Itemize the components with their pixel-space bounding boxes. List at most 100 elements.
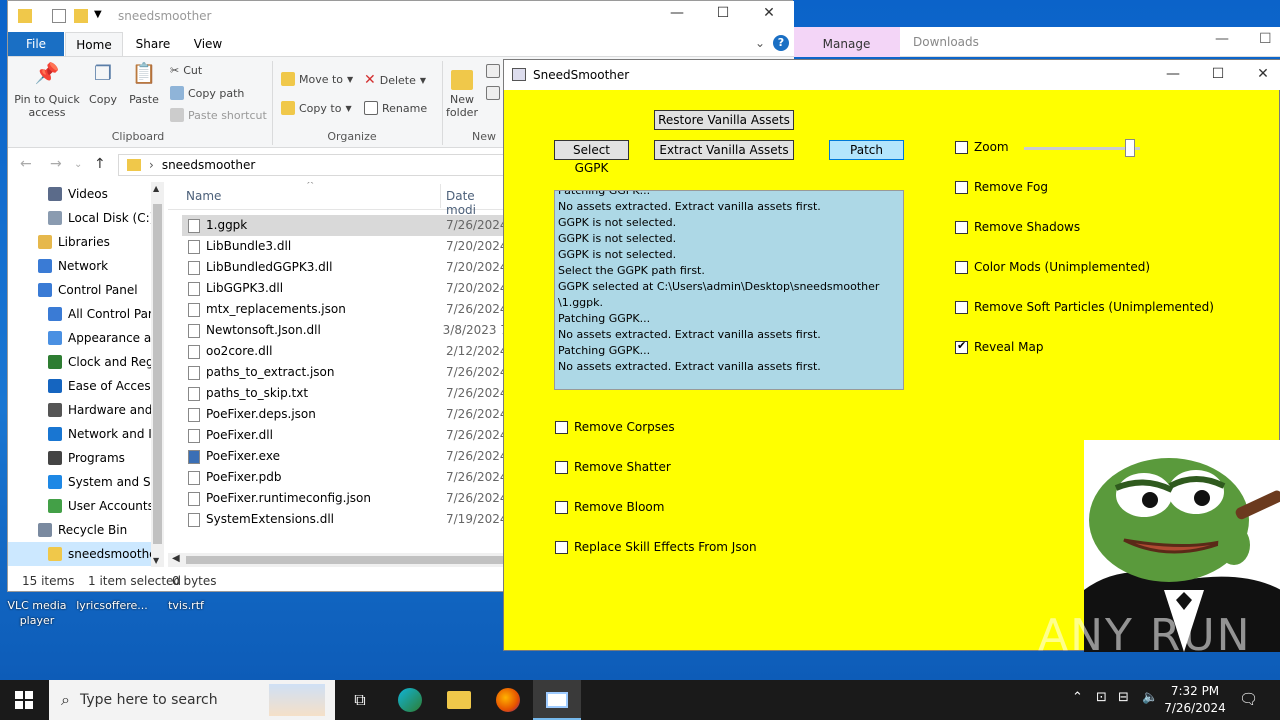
- table-row[interactable]: 1.ggpk 7/26/2024: [182, 215, 508, 236]
- file-explorer-taskbar-icon[interactable]: [435, 680, 483, 720]
- nav-item[interactable]: System and Sec: [8, 470, 163, 494]
- checkbox-icon[interactable]: [555, 420, 568, 434]
- nav-item[interactable]: Appearance an: [8, 326, 163, 350]
- minimize-icon[interactable]: —: [1215, 31, 1229, 47]
- maximize-icon[interactable]: ☐: [700, 5, 746, 21]
- desktop-icon-vlc[interactable]: VLC media player: [4, 598, 70, 628]
- scrollbar-thumb[interactable]: [153, 204, 162, 544]
- checkbox-icon[interactable]: [955, 140, 968, 154]
- checkbox-icon[interactable]: [955, 300, 968, 314]
- sneedsmoother-taskbar-icon[interactable]: [533, 680, 581, 720]
- option-checkbox[interactable]: Remove Bloom: [555, 500, 664, 514]
- table-row[interactable]: Newtonsoft.Json.dll 3/8/2023 7: [182, 320, 508, 341]
- copy-path-button[interactable]: Copy path: [170, 86, 244, 100]
- option-checkbox[interactable]: Remove Shadows: [955, 220, 1080, 234]
- tab-view[interactable]: View: [184, 32, 232, 56]
- back-icon[interactable]: ←: [20, 156, 32, 172]
- tab-home[interactable]: Home: [65, 32, 123, 56]
- nav-item[interactable]: Hardware and: [8, 398, 163, 422]
- firefox-icon[interactable]: [484, 680, 532, 720]
- nav-item[interactable]: All Control Par: [8, 302, 163, 326]
- close-icon[interactable]: ✕: [746, 5, 792, 21]
- table-row[interactable]: LibBundledGGPK3.dll 7/20/2024: [182, 257, 508, 278]
- select-ggpk-button[interactable]: Select GGPK: [554, 140, 629, 175]
- table-row[interactable]: paths_to_skip.txt 7/26/2024: [182, 383, 508, 404]
- patch-button[interactable]: Patch: [829, 140, 904, 160]
- option-checkbox[interactable]: Remove Shatter: [555, 460, 671, 474]
- nav-item[interactable]: User Accounts: [8, 494, 163, 518]
- option-checkbox[interactable]: Remove Soft Particles (Unimplemented): [955, 300, 1214, 314]
- option-checkbox[interactable]: Replace Skill Effects From Json: [555, 540, 757, 554]
- notification-icon[interactable]: 🗨: [1239, 690, 1258, 708]
- address-input[interactable]: › sneedsmoother: [118, 154, 518, 176]
- new-item-icon[interactable]: [486, 64, 500, 78]
- nav-scrollbar[interactable]: ▲ ▼: [151, 182, 164, 567]
- extract-vanilla-button[interactable]: Extract Vanilla Assets: [654, 140, 794, 160]
- log-output[interactable]: Patching GGPK... No assets extracted. Ext…: [554, 190, 904, 390]
- move-to-button[interactable]: Move to ▼: [281, 72, 353, 86]
- copy-button[interactable]: ❐ Copy: [86, 63, 120, 106]
- desktop-icon-lyrics[interactable]: lyricsoffere...: [74, 598, 150, 613]
- table-row[interactable]: LibBundle3.dll 7/20/2024: [182, 236, 508, 257]
- scrollbar-thumb[interactable]: [186, 556, 506, 564]
- checkbox-icon[interactable]: [555, 500, 568, 514]
- close-icon[interactable]: ✕: [1240, 66, 1280, 82]
- minimize-icon[interactable]: —: [1150, 66, 1196, 82]
- table-row[interactable]: PoeFixer.runtimeconfig.json 7/26/2024: [182, 488, 508, 509]
- chevron-up-icon[interactable]: ⌃: [1072, 690, 1083, 705]
- maximize-icon[interactable]: ☐: [1195, 66, 1241, 82]
- edge-icon[interactable]: [386, 680, 434, 720]
- table-row[interactable]: paths_to_extract.json 7/26/2024: [182, 362, 508, 383]
- paste-button[interactable]: 📋 Paste: [126, 63, 162, 106]
- help-icon[interactable]: ?: [773, 35, 789, 51]
- checkbox-icon[interactable]: [555, 460, 568, 474]
- tab-share[interactable]: Share: [128, 32, 178, 56]
- minimize-icon[interactable]: —: [654, 5, 700, 21]
- forward-icon[interactable]: →: [50, 156, 62, 172]
- delete-button[interactable]: ✕ Delete ▼: [364, 72, 426, 88]
- restore-vanilla-button[interactable]: Restore Vanilla Assets: [654, 110, 794, 130]
- new-folder-button[interactable]: New folder: [444, 67, 480, 119]
- checkbox-icon[interactable]: [955, 180, 968, 194]
- nav-item[interactable]: Programs: [8, 446, 163, 470]
- option-checkbox[interactable]: Color Mods (Unimplemented): [955, 260, 1150, 274]
- table-row[interactable]: SystemExtensions.dll 7/19/2024: [182, 509, 508, 530]
- nav-item[interactable]: Ease of Access: [8, 374, 163, 398]
- easy-access-icon[interactable]: [486, 86, 500, 100]
- option-checkbox[interactable]: Zoom: [955, 140, 1009, 154]
- table-row[interactable]: PoeFixer.dll 7/26/2024: [182, 425, 508, 446]
- nav-item[interactable]: sneedsmoother: [8, 542, 163, 566]
- start-button[interactable]: [0, 680, 48, 720]
- nav-item[interactable]: Clock and Regi: [8, 350, 163, 374]
- rename-button[interactable]: Rename: [364, 101, 427, 115]
- task-view-icon[interactable]: ⧉: [336, 680, 384, 720]
- checkbox-icon[interactable]: [555, 540, 568, 554]
- option-checkbox[interactable]: Remove Fog: [955, 180, 1048, 194]
- nav-item[interactable]: Network: [8, 254, 163, 278]
- tab-file[interactable]: File: [8, 32, 64, 56]
- table-row[interactable]: PoeFixer.deps.json 7/26/2024: [182, 404, 508, 425]
- pin-quick-access-button[interactable]: 📌 Pin to Quick access: [14, 63, 80, 119]
- nav-item[interactable]: Local Disk (C:): [8, 206, 163, 230]
- table-row[interactable]: mtx_replacements.json 7/26/2024: [182, 299, 508, 320]
- scroll-up-icon[interactable]: ▲: [153, 184, 159, 193]
- properties-icon[interactable]: [52, 9, 66, 23]
- slider-thumb[interactable]: [1125, 139, 1135, 157]
- table-row[interactable]: LibGGPK3.dll 7/20/2024: [182, 278, 508, 299]
- nav-item[interactable]: Network and Ir: [8, 422, 163, 446]
- paste-shortcut-button[interactable]: Paste shortcut: [170, 108, 267, 122]
- copy-to-button[interactable]: Copy to ▼: [281, 101, 352, 115]
- chevron-down-icon[interactable]: ⌄: [74, 159, 82, 170]
- option-checkbox[interactable]: Reveal Map: [955, 339, 1044, 354]
- table-row[interactable]: PoeFixer.pdb 7/26/2024: [182, 467, 508, 488]
- scroll-down-icon[interactable]: ▼: [153, 556, 159, 565]
- table-row[interactable]: oo2core.dll 2/12/2024: [182, 341, 508, 362]
- desktop-icon-tvis[interactable]: tvis.rtf: [155, 598, 217, 613]
- wifi-icon[interactable]: ⊟: [1118, 690, 1129, 705]
- chevron-down-icon[interactable]: ▼: [94, 9, 102, 20]
- checkbox-icon[interactable]: [955, 220, 968, 234]
- nav-item[interactable]: Recycle Bin: [8, 518, 163, 542]
- checkbox-icon[interactable]: [955, 260, 968, 274]
- up-icon[interactable]: ↑: [94, 156, 106, 172]
- nav-item[interactable]: Libraries: [8, 230, 163, 254]
